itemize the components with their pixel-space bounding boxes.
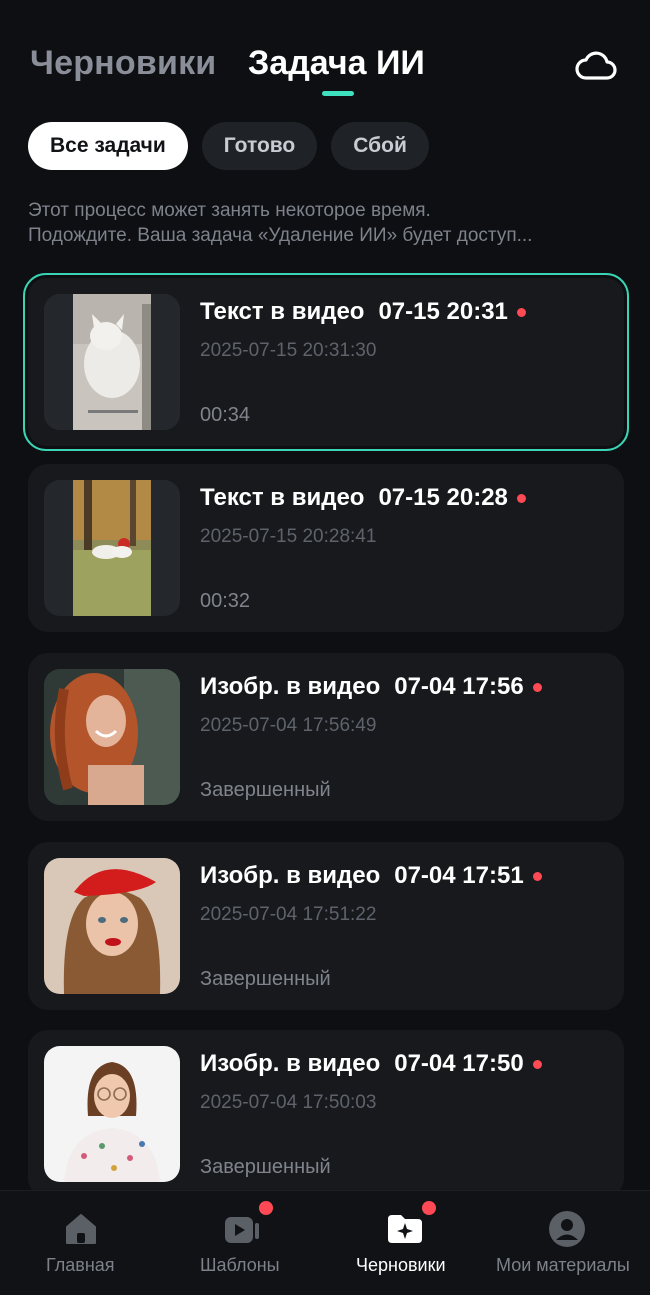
task-status: Завершенный <box>200 779 331 801</box>
unread-dot <box>516 307 526 317</box>
unread-dot <box>532 1059 542 1069</box>
notice-line-2: Подождите. Ваша задача «Удаление ИИ» буд… <box>28 225 533 246</box>
notice-line-1: Этот процесс может занять некоторое врем… <box>28 200 431 221</box>
task-type: Изобр. в видео <box>200 673 381 700</box>
task-thumbnail <box>44 294 180 430</box>
user-icon <box>547 1209 587 1249</box>
task-short-time: 07-15 20:31 <box>378 298 508 325</box>
video-template-icon <box>222 1209 262 1249</box>
filter-all[interactable]: Все задачи <box>28 122 188 170</box>
task-type: Текст в видео <box>200 298 365 325</box>
cloud-icon[interactable] <box>574 46 618 86</box>
unread-dot <box>532 871 542 881</box>
filter-failed[interactable]: Сбой <box>331 122 429 170</box>
task-datetime: 2025-07-04 17:56:49 <box>200 715 377 736</box>
task-type: Изобр. в видео <box>200 862 381 889</box>
task-datetime: 2025-07-15 20:31:30 <box>200 340 377 361</box>
home-icon <box>61 1209 101 1249</box>
task-short-time: 07-04 17:51 <box>394 862 524 889</box>
task-datetime: 2025-07-04 17:51:22 <box>200 904 377 925</box>
task-card[interactable]: Изобр. в видео 07-04 17:56 2025-07-04 17… <box>28 653 624 821</box>
task-status: Завершенный <box>200 1156 331 1178</box>
nav-templates-label: Шаблоны <box>200 1255 280 1275</box>
task-thumbnail <box>44 480 180 616</box>
unread-dot <box>516 493 526 503</box>
tab-drafts[interactable]: Черновики <box>30 44 216 83</box>
task-title: Текст в видео 07-15 20:31 <box>200 298 526 326</box>
task-duration: 00:34 <box>200 404 251 426</box>
nav-drafts-label: Черновики <box>356 1255 446 1275</box>
task-datetime: 2025-07-04 17:50:03 <box>200 1092 377 1113</box>
task-type: Изобр. в видео <box>200 1050 381 1077</box>
unread-dot <box>532 682 542 692</box>
task-short-time: 07-04 17:56 <box>394 673 524 700</box>
task-card[interactable]: Текст в видео 07-15 20:28 2025-07-15 20:… <box>28 464 624 632</box>
processing-notice: Этот процесс может занять некоторое врем… <box>28 198 628 248</box>
app-root: Черновики Задача ИИ Все задачи Готово Сб… <box>0 0 650 1295</box>
task-status: Завершенный <box>200 968 331 990</box>
task-thumbnail <box>44 858 180 994</box>
task-title: Изобр. в видео 07-04 17:56 <box>200 673 542 701</box>
nav-templates[interactable]: Шаблоны <box>162 1191 324 1295</box>
tab-ai-task[interactable]: Задача ИИ <box>248 44 425 83</box>
task-short-time: 07-15 20:28 <box>378 484 508 511</box>
task-type: Текст в видео <box>200 484 365 511</box>
templates-badge <box>259 1201 273 1215</box>
task-duration: 00:32 <box>200 590 251 612</box>
task-thumbnail <box>44 669 180 805</box>
task-title: Изобр. в видео 07-04 17:51 <box>200 862 542 890</box>
nav-materials[interactable]: Мои материалы <box>486 1191 650 1295</box>
task-datetime: 2025-07-15 20:28:41 <box>200 526 377 547</box>
nav-home-label: Главная <box>46 1255 115 1275</box>
sparkle-folder-icon <box>385 1209 425 1249</box>
task-card[interactable]: Текст в видео 07-15 20:31 2025-07-15 20:… <box>23 273 629 451</box>
drafts-badge <box>422 1201 436 1215</box>
task-card[interactable]: Изобр. в видео 07-04 17:51 2025-07-04 17… <box>28 842 624 1010</box>
filter-chips: Все задачи Готово Сбой <box>28 122 429 170</box>
task-short-time: 07-04 17:50 <box>394 1050 524 1077</box>
filter-done[interactable]: Готово <box>201 122 318 170</box>
active-tab-indicator <box>322 91 354 96</box>
task-card[interactable]: Изобр. в видео 07-04 17:50 2025-07-04 17… <box>28 1030 624 1198</box>
task-title: Изобр. в видео 07-04 17:50 <box>200 1050 542 1078</box>
task-thumbnail <box>44 1046 180 1182</box>
nav-home[interactable]: Главная <box>0 1191 162 1295</box>
bottom-nav: Главная Шаблоны Черновики Мои материалы <box>0 1190 650 1295</box>
task-title: Текст в видео 07-15 20:28 <box>200 484 526 512</box>
nav-materials-label: Мои материалы <box>496 1255 630 1275</box>
header: Черновики Задача ИИ <box>0 0 650 110</box>
nav-drafts[interactable]: Черновики <box>324 1191 486 1295</box>
